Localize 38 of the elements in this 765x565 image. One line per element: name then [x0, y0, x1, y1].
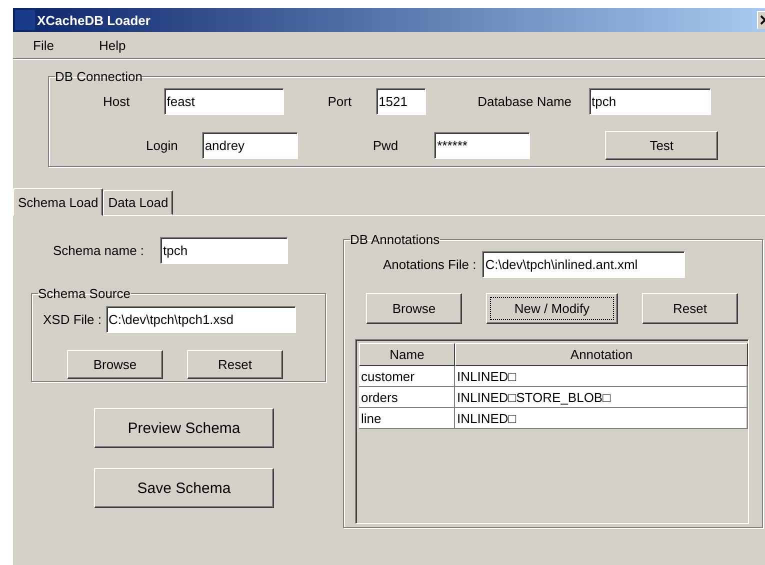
text-field[interactable]: feast — [164, 88, 284, 114]
field-label: Login — [146, 138, 178, 152]
action-button[interactable]: Reset — [187, 350, 283, 379]
field-label: Pwd — [372, 138, 398, 152]
field-label: Database Name — [478, 94, 572, 108]
text-field[interactable]: 1521 — [376, 88, 426, 114]
menu-item[interactable]: File — [23, 36, 64, 54]
app-icon — [15, 10, 35, 30]
group-title: DB Annotations — [350, 232, 440, 247]
field-label: Host — [103, 94, 130, 108]
text-field[interactable]: andrey — [202, 132, 298, 158]
menu-item[interactable]: Help — [88, 36, 136, 54]
table-cell: line — [359, 408, 455, 429]
field-label: Schema name : — [53, 243, 144, 258]
column-header: Name — [359, 343, 455, 366]
group-title: DB Connection — [55, 69, 142, 84]
action-button[interactable]: New / Modify — [486, 293, 618, 324]
tab[interactable]: Data Load — [103, 190, 174, 215]
group-title: Schema Source — [38, 286, 130, 301]
action-button[interactable]: Browse — [67, 350, 163, 379]
action-button[interactable]: Browse — [366, 293, 462, 324]
action-button[interactable]: Save Schema — [94, 468, 274, 508]
table-cell: INLINED□ — [455, 408, 748, 429]
test-button[interactable]: Test — [605, 130, 718, 160]
tab[interactable]: Schema Load — [13, 188, 104, 216]
text-field[interactable]: tpch — [588, 88, 711, 114]
text-field[interactable]: ****** — [434, 132, 530, 158]
action-button[interactable]: Reset — [642, 293, 738, 324]
text-field[interactable]: C:\dev\tpch\inlined.ant.xml — [482, 251, 686, 278]
text-field[interactable]: C:\dev\tpch\tpch1.xsd — [106, 306, 296, 333]
text-field[interactable]: tpch — [160, 237, 288, 264]
field-label: XSD File : — [43, 312, 102, 327]
field-label: Anotations File : — [383, 257, 476, 272]
action-button[interactable]: Preview Schema — [94, 408, 274, 448]
close-button[interactable] — [757, 11, 765, 29]
window-title: XCacheDB Loader — [37, 12, 150, 28]
column-header: Annotation — [455, 343, 748, 366]
field-label: Port — [328, 94, 352, 108]
